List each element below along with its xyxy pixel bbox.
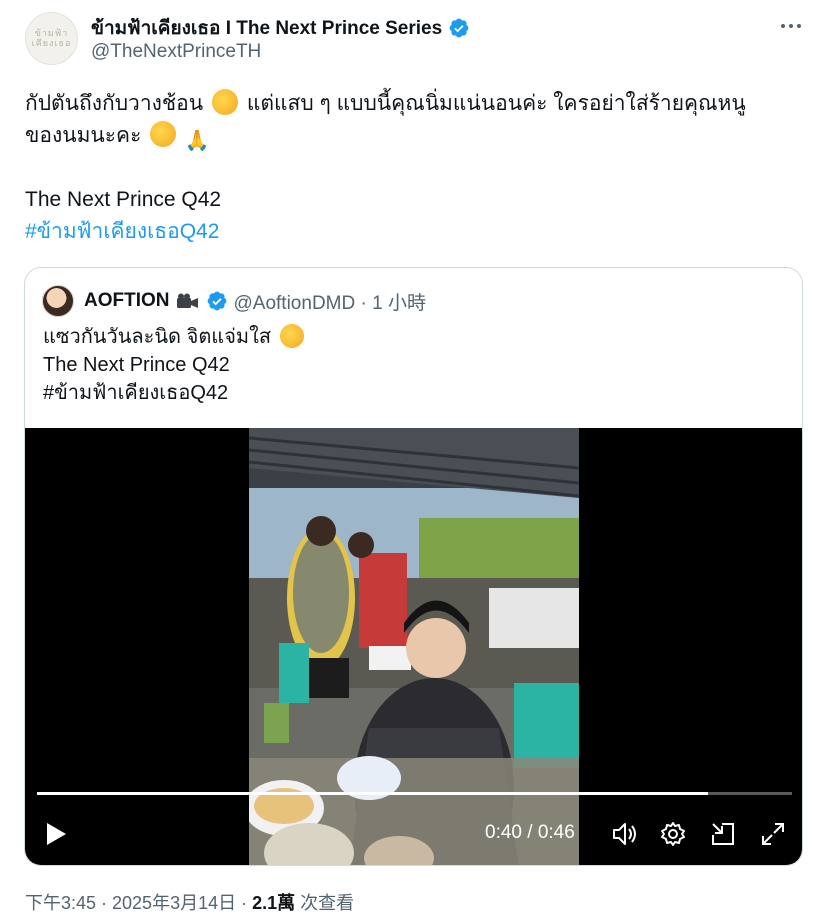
avatar-logo: ข้ามฟ้า เคียงเธอ [31, 28, 72, 49]
quoted-text-part-1: แซวกันวันละนิด จิตแจ่มใส [43, 326, 272, 348]
video-player[interactable]: 0:40 / 0:46 [25, 428, 802, 865]
author-avatar[interactable]: ข้ามฟ้า เคียงเธอ [25, 12, 78, 65]
views-count: 2.1萬 [252, 893, 296, 913]
quoted-tweet-header: AOFTION @AoftionDMD · 1 小時 [42, 285, 426, 317]
author-display-name[interactable]: ข้ามฟ้าเคียงเธอ I The Next Prince Series [91, 13, 442, 43]
quoted-text-line-2: The Next Prince Q42 [43, 354, 230, 376]
volume-icon[interactable] [611, 821, 639, 847]
tweet-text-part-2: แต่แสบ ๆ แบบนี้คุณนิ่มแน่นอนค่ะ ใครอย่าใ… [246, 92, 746, 115]
tweet-text: กัปตันถึงกับวางช้อน แต่แสบ ๆ แบบนี้คุณนิ… [25, 88, 795, 248]
movie-camera-emoji-icon [176, 293, 198, 308]
rofl-emoji-icon [211, 89, 238, 115]
more-options-icon[interactable] [776, 14, 806, 38]
settings-icon[interactable] [659, 821, 687, 847]
quoted-text-line-1: แซวกันวันละนิด จิตแจ่มใส [43, 323, 307, 351]
video-frame [249, 428, 579, 865]
quoted-tweet-card[interactable]: AOFTION @AoftionDMD · 1 小時 แซวกันวันละนิ… [24, 267, 803, 866]
tweet: ข้ามฟ้า เคียงเธอ ข้ามฟ้าเคียงเธอ I The N… [0, 0, 824, 915]
author-handle[interactable]: @TheNextPrinceTH [91, 41, 261, 63]
tweet-meta: 下午3:45 · 2025年3月14日 · 2.1萬 次查看 [25, 889, 354, 915]
joy-emoji-icon [279, 324, 304, 348]
quoted-author-avatar[interactable] [42, 285, 74, 317]
sweat-smile-emoji-icon [150, 121, 177, 147]
tweet-timestamp[interactable]: 下午3:45 · 2025年3月14日 · [25, 893, 252, 913]
quoted-tweet-text: แซวกันวันละนิด จิตแจ่มใส The Next Prince… [43, 323, 307, 407]
folded-hands-emoji-icon: 🙏 [184, 130, 210, 152]
video-progress-fill [37, 792, 709, 795]
video-progress-bar[interactable] [37, 792, 792, 795]
tweet-hashtag-link[interactable]: #ข้ามฟ้าเคียงเธอQ42 [25, 216, 795, 248]
video-time: 0:40 / 0:46 [485, 822, 575, 843]
tweet-line-2: ของนมนะคะ 🙏 [25, 120, 795, 152]
quoted-hashtag[interactable]: #ข้ามฟ้าเคียงเธอQ42 [43, 379, 307, 407]
verified-badge-icon [449, 18, 469, 38]
quoted-handle-time[interactable]: @AoftionDMD · 1 小時 [234, 288, 426, 315]
quoted-verified-badge-icon [207, 291, 226, 311]
tweet-line-1: กัปตันถึงกับวางช้อน แต่แสบ ๆ แบบนี้คุณนิ… [25, 88, 795, 120]
picture-in-picture-icon[interactable] [709, 821, 737, 847]
play-icon[interactable] [43, 821, 69, 847]
quoted-author-name[interactable]: AOFTION [84, 290, 170, 312]
tweet-line-3: The Next Prince Q42 [25, 188, 222, 211]
author-name-row: ข้ามฟ้าเคียงเธอ I The Next Prince Series [91, 13, 470, 43]
tweet-text-part-1: กัปตันถึงกับวางช้อน [25, 92, 204, 115]
tweet-text-part-3: ของนมนะคะ [25, 124, 142, 147]
fullscreen-icon[interactable] [759, 821, 787, 847]
views-label: 次查看 [295, 893, 355, 913]
